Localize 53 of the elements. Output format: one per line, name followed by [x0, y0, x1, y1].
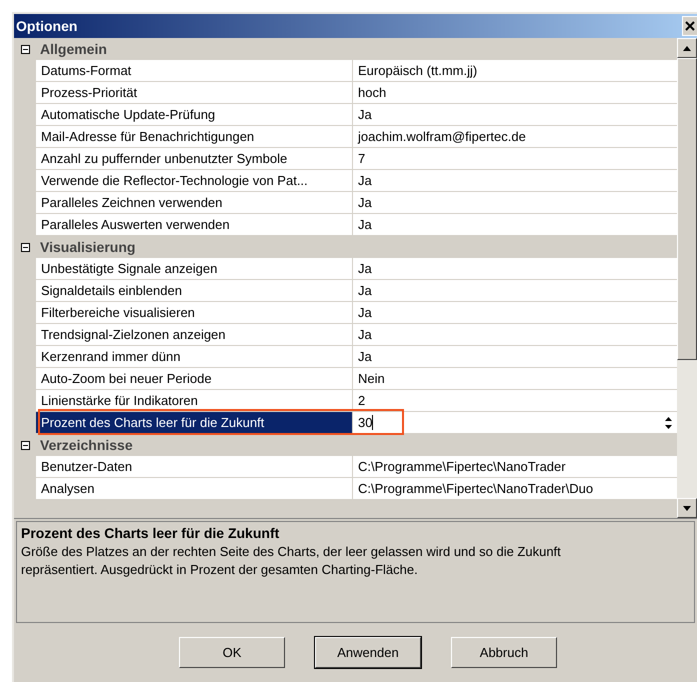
property-name[interactable]: Paralleles Zeichnen verwenden	[36, 192, 353, 214]
property-name[interactable]: Unbestätigte Signale anzeigen	[36, 258, 353, 280]
property-value[interactable]: Ja	[353, 258, 677, 280]
scroll-down-button[interactable]	[677, 498, 697, 518]
scroll-thumb[interactable]	[677, 58, 697, 360]
spinner-icon[interactable]	[664, 416, 673, 430]
property-name[interactable]: Anzahl zu puffernder unbenutzter Symbole	[36, 148, 353, 170]
property-value[interactable]: Nein	[353, 368, 677, 390]
property-value[interactable]: Ja	[353, 170, 677, 192]
close-icon[interactable]	[682, 16, 697, 36]
property-name[interactable]: Trendsignal-Zielzonen anzeigen	[36, 324, 353, 346]
property-value[interactable]: C:\Programme\Fipertec\NanoTrader\Duo	[353, 478, 677, 500]
dialog-button[interactable]: Abbruch	[451, 637, 557, 668]
property-value[interactable]: Ja	[353, 104, 677, 126]
property-value[interactable]: 7	[353, 148, 677, 170]
property-value[interactable]: Ja	[353, 280, 677, 302]
up-arrow-icon	[683, 46, 691, 50]
property-value[interactable]: Europäisch (tt.mm.jj)	[353, 60, 677, 82]
property-value[interactable]: Ja	[353, 214, 677, 236]
property-name[interactable]: Auto-Zoom bei neuer Periode	[36, 368, 353, 390]
property-name[interactable]: Signaldetails einblenden	[36, 280, 353, 302]
property-value[interactable]: Ja	[353, 192, 677, 214]
description-text: Größe des Platzes an der rechten Seite des Charts, der leer gelassen wird und so die Zukunft repräsentiert. Ausgedrückt in Prozent der gesamten Charting-Fläche.	[21, 543, 562, 579]
property-value[interactable]: Ja	[353, 302, 677, 324]
scroll-up-button[interactable]	[677, 38, 697, 58]
property-name[interactable]: Verwende die Reflector-Technologie von Pat...	[36, 170, 353, 192]
section-header[interactable]: Allgemein	[36, 41, 107, 57]
property-name[interactable]: Benutzer-Daten	[36, 456, 353, 478]
property-name[interactable]: Paralleles Auswerten verwenden	[36, 214, 353, 236]
dialog-button[interactable]: OK	[179, 637, 285, 668]
section-header[interactable]: Verzeichnisse	[36, 437, 133, 453]
property-name[interactable]: Analysen	[36, 478, 353, 500]
property-name[interactable]: Mail-Adresse für Benachrichtigungen	[36, 126, 353, 148]
property-name[interactable]: Kerzenrand immer dünn	[36, 346, 353, 368]
property-value[interactable]: 2	[353, 390, 677, 412]
property-value[interactable]: C:\Programme\Fipertec\NanoTrader	[353, 456, 677, 478]
property-name[interactable]: Filterbereiche visualisieren	[36, 302, 353, 324]
value-field[interactable]: 30	[353, 412, 677, 434]
property-value[interactable]: joachim.wolfram@fipertec.de	[353, 126, 677, 148]
window-title: Optionen	[15, 18, 78, 34]
property-value[interactable]: Ja	[353, 324, 677, 346]
property-value[interactable]: hoch	[353, 82, 677, 104]
scrollbar[interactable]	[677, 38, 697, 518]
dialog-button[interactable]: Anwenden	[315, 637, 421, 668]
property-name[interactable]: Automatische Update-Prüfung	[36, 104, 353, 126]
property-name[interactable]: Linienstärke für Indikatoren	[36, 390, 353, 412]
property-name[interactable]: Prozent des Charts leer für die Zukunft	[36, 412, 353, 434]
description-title: Prozent des Charts leer für die Zukunft	[21, 525, 280, 541]
property-name[interactable]: Datums-Format	[36, 60, 353, 82]
down-arrow-icon	[683, 506, 691, 510]
property-name[interactable]: Prozess-Priorität	[36, 82, 353, 104]
section-header[interactable]: Visualisierung	[36, 239, 136, 255]
property-value[interactable]: Ja	[353, 346, 677, 368]
